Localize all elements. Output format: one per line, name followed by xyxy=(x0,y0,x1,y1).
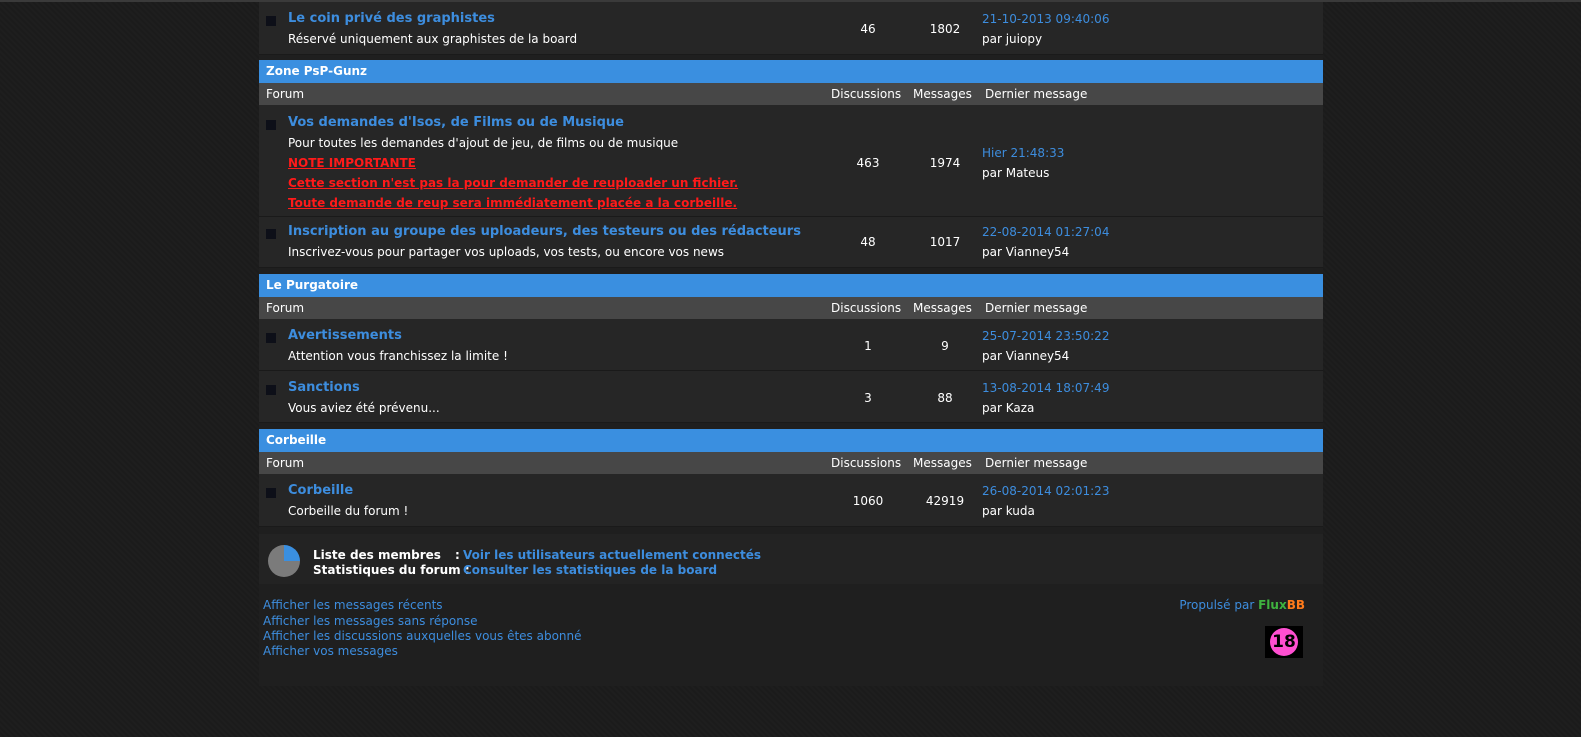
category-header-zone-psp-gunz: Zone PsP-Gunz xyxy=(259,60,1323,83)
forum-title-link[interactable]: Corbeille xyxy=(288,483,353,498)
online-users-link[interactable]: Voir les utilisateurs actuellement conne… xyxy=(463,548,761,562)
forum-stats-label: Statistiques du forum : xyxy=(313,563,470,577)
forum-last-post-link[interactable]: 22-08-2014 01:27:04 xyxy=(982,225,1109,239)
forum-row: Vos demandes d'Isos, de Films ou de Musi… xyxy=(259,105,1323,217)
forum-last-post-author: par juiopy xyxy=(982,32,1043,46)
column-last-message: Dernier message xyxy=(985,456,1088,470)
forum-title-link[interactable]: Vos demandes d'Isos, de Films ou de Musi… xyxy=(288,115,624,130)
forum-status-icon xyxy=(266,385,276,395)
forum-note-line: Cette section n'est pas la pour demander… xyxy=(288,176,739,190)
forum-last-post-author: par kuda xyxy=(982,504,1035,518)
forum-stats: Liste des membres : Voir les utilisateur… xyxy=(259,534,1323,584)
board-stats-link[interactable]: Consulter les statistiques de la board xyxy=(463,563,717,577)
forum-description: Corbeille du forum ! xyxy=(288,504,409,518)
powered-by: Propulsé par FluxBB xyxy=(1179,598,1305,612)
forum-last-post-link[interactable]: 26-08-2014 02:01:23 xyxy=(982,484,1109,498)
subscribed-discussions-link[interactable]: Afficher les discussions auxquelles vous… xyxy=(263,629,582,643)
category-title: Corbeille xyxy=(266,433,327,447)
forum-status-icon xyxy=(266,488,276,498)
column-forum: Forum xyxy=(266,456,305,470)
unanswered-messages-link[interactable]: Afficher les messages sans réponse xyxy=(263,614,477,628)
column-messages: Messages xyxy=(913,87,972,101)
column-forum: Forum xyxy=(266,87,305,101)
forum-status-icon xyxy=(266,229,276,239)
column-discussions: Discussions xyxy=(831,87,902,101)
forum-last-post-author: par Vianney54 xyxy=(982,349,1070,363)
column-forum: Forum xyxy=(266,301,305,315)
forum-status-icon xyxy=(266,16,276,26)
forum-last-post-link[interactable]: 21-10-2013 09:40:06 xyxy=(982,12,1109,26)
column-messages: Messages xyxy=(913,301,972,315)
footer: Afficher les messages récents Afficher l… xyxy=(259,592,1323,686)
recent-messages-link[interactable]: Afficher les messages récents xyxy=(263,598,443,612)
age-rating-18-icon: 18 xyxy=(1265,626,1303,658)
category-title: Le Purgatoire xyxy=(266,278,359,292)
forum-messages-count: 88 xyxy=(937,391,953,405)
forum-discussions-count: 3 xyxy=(864,391,872,405)
powered-by-prefix: Propulsé par xyxy=(1179,598,1255,612)
column-messages: Messages xyxy=(913,456,972,470)
category-title: Zone PsP-Gunz xyxy=(266,64,368,78)
forum-messages-count: 1017 xyxy=(929,235,961,249)
forum-messages-count: 1974 xyxy=(929,156,961,170)
forum-discussions-count: 46 xyxy=(860,22,876,36)
forum-description: Pour toutes les demandes d'ajout de jeu,… xyxy=(288,136,679,150)
table-header: Forum Discussions Messages Dernier messa… xyxy=(259,297,1323,319)
column-discussions: Discussions xyxy=(831,301,902,315)
fluxbb-link-bb[interactable]: BB xyxy=(1287,598,1305,612)
forum-last-post-link[interactable]: 13-08-2014 18:07:49 xyxy=(982,381,1109,395)
table-header: Forum Discussions Messages Dernier messa… xyxy=(259,452,1323,474)
forum-title-link[interactable]: Avertissements xyxy=(288,328,402,343)
column-discussions: Discussions xyxy=(831,456,902,470)
column-last-message: Dernier message xyxy=(985,301,1088,315)
forum-note-important: NOTE IMPORTANTE xyxy=(288,156,416,170)
forum-last-post-link[interactable]: 25-07-2014 23:50:22 xyxy=(982,329,1109,343)
forum-note-line: Toute demande de reup sera immédiatement… xyxy=(288,196,738,210)
my-messages-link[interactable]: Afficher vos messages xyxy=(263,644,398,658)
forum-title-link[interactable]: Sanctions xyxy=(288,380,360,395)
forum-row: Avertissements Attention vous franchisse… xyxy=(259,319,1323,371)
forum-row: Inscription au groupe des uploadeurs, de… xyxy=(259,217,1323,268)
forum-description: Attention vous franchissez la limite ! xyxy=(288,349,508,363)
forum-row: Corbeille Corbeille du forum ! 1060 4291… xyxy=(259,474,1323,527)
forum-status-icon xyxy=(266,333,276,343)
category-header-corbeille: Corbeille xyxy=(259,429,1323,452)
members-list-label: Liste des membres xyxy=(313,548,441,562)
forum-row: Le coin privé des graphistes Réservé uni… xyxy=(259,2,1323,55)
forum-messages-count: 42919 xyxy=(925,494,965,508)
forum-row: Sanctions Vous aviez été prévenu... 3 88… xyxy=(259,371,1323,423)
forum-description: Réservé uniquement aux graphistes de la … xyxy=(288,32,578,46)
forum-last-post-link[interactable]: Hier 21:48:33 xyxy=(982,146,1064,160)
table-header: Forum Discussions Messages Dernier messa… xyxy=(259,83,1323,105)
forum-status-icon xyxy=(266,120,276,130)
category-header-le-purgatoire: Le Purgatoire xyxy=(259,274,1323,297)
forum-messages-count: 9 xyxy=(941,339,949,353)
column-last-message: Dernier message xyxy=(985,87,1088,101)
forum-discussions-count: 1060 xyxy=(852,494,884,508)
forum-description: Vous aviez été prévenu... xyxy=(288,401,440,415)
forum-last-post-author: par Mateus xyxy=(982,166,1050,180)
stats-pie-icon xyxy=(268,545,300,577)
forum-discussions-count: 1 xyxy=(864,339,872,353)
forum-title-link[interactable]: Inscription au groupe des uploadeurs, de… xyxy=(288,224,801,239)
age-rating-badge: 18 xyxy=(1270,628,1298,656)
forum-discussions-count: 463 xyxy=(856,156,880,170)
forum-last-post-author: par Kaza xyxy=(982,401,1035,415)
forum-messages-count: 1802 xyxy=(929,22,961,36)
forum-title-link[interactable]: Le coin privé des graphistes xyxy=(288,11,495,26)
forum-description: Inscrivez-vous pour partager vos uploads… xyxy=(288,245,725,259)
forum-board: Le coin privé des graphistes Réservé uni… xyxy=(259,2,1323,686)
members-list-colon: : xyxy=(455,548,460,562)
forum-discussions-count: 48 xyxy=(860,235,876,249)
fluxbb-link-flux[interactable]: Flux xyxy=(1258,598,1287,612)
forum-last-post-author: par Vianney54 xyxy=(982,245,1070,259)
